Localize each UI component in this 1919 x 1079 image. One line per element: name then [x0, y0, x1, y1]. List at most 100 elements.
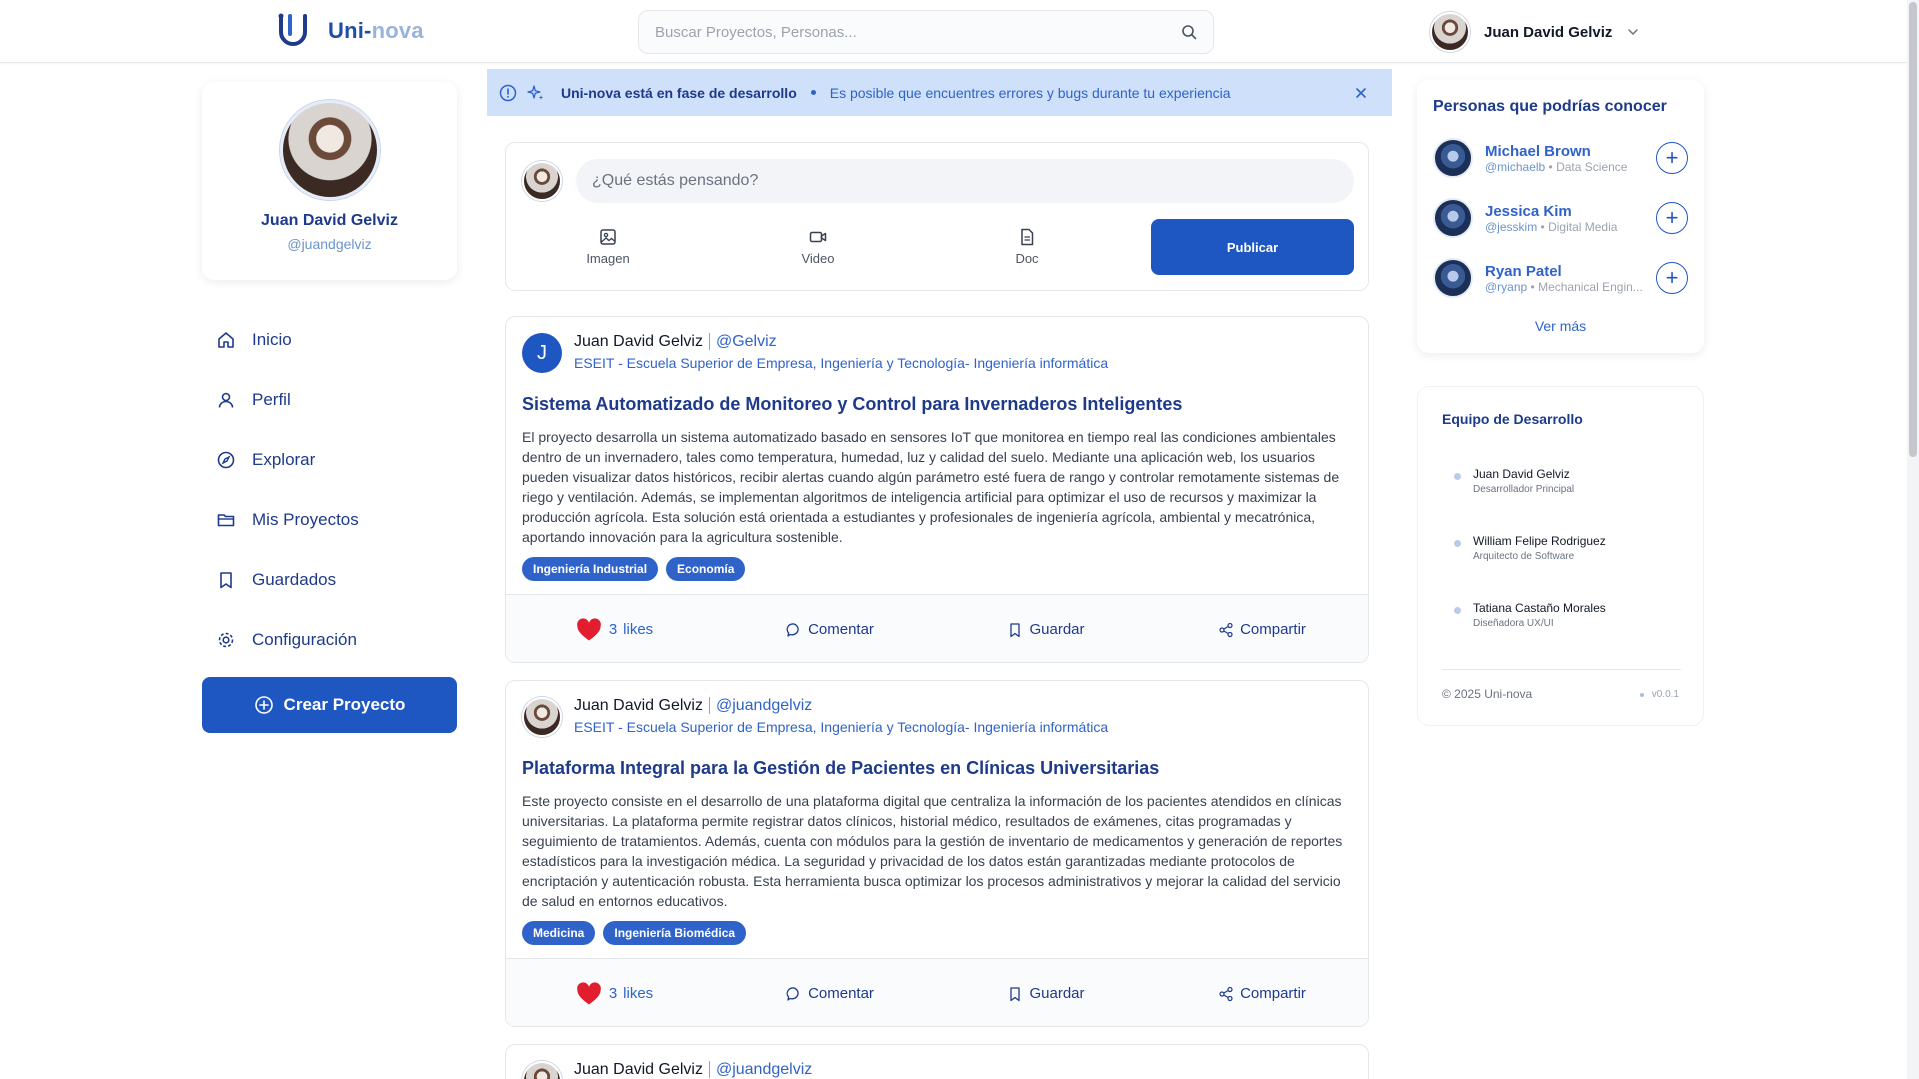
add-video-button[interactable]: Video [758, 227, 878, 266]
sidebar-item-guardados[interactable]: Guardados [202, 550, 457, 610]
document-icon [1021, 228, 1034, 246]
member-bullet [1454, 607, 1461, 614]
post-tag[interactable]: Ingeniería Biomédica [603, 921, 747, 945]
post-header: J Juan David Gelviz @Gelviz ESEIT - Escue… [522, 333, 1108, 373]
banner-separator [810, 90, 816, 95]
save-button[interactable]: Guardar [938, 621, 1154, 638]
share-label: Compartir [1240, 985, 1306, 1002]
team-divider [1442, 669, 1681, 670]
post-author-handle[interactable]: @Gelviz [708, 333, 777, 350]
post-header: Juan David Gelviz @juandgelviz [522, 1061, 813, 1079]
share-icon [1219, 986, 1233, 1001]
add-image-button[interactable]: Imagen [548, 227, 668, 266]
sidebar-item-label: Guardados [252, 570, 337, 589]
people-suggestions-card: Personas que podrías conocer Michael Bro… [1417, 80, 1704, 353]
user-avatar [1430, 12, 1470, 52]
person-meta: @jesskim • Digital Media [1485, 219, 1618, 234]
doc-label: Doc [1015, 251, 1039, 266]
person-name[interactable]: Michael Brown [1485, 143, 1644, 160]
page-scrollbar[interactable] [1907, 0, 1919, 1079]
gear-icon [218, 632, 234, 648]
like-label: likes [623, 621, 654, 638]
create-project-button[interactable]: Crear Proyecto [202, 677, 457, 733]
person-name[interactable]: Jessica Kim [1485, 203, 1644, 220]
sidebar-item-configuracion[interactable]: Configuración [202, 610, 457, 670]
top-header: Uni-nova Buscar Proyectos, Personas... J… [0, 0, 1919, 63]
post-body: Este proyecto consiste en el desarrollo … [522, 793, 1343, 909]
brand-logo[interactable]: Uni-nova [276, 12, 424, 50]
post-tag[interactable]: Economía [666, 557, 746, 581]
suggested-person[interactable]: Jessica Kim @jesskim • Digital Media + [1433, 196, 1688, 240]
publish-button[interactable]: Publicar [1151, 219, 1354, 275]
sidebar-item-explorar[interactable]: Explorar [202, 430, 457, 490]
post-title[interactable]: Sistema Automatizado de Monitoreo y Cont… [522, 394, 1182, 415]
bookmark-icon [220, 572, 232, 589]
post-title[interactable]: Plataforma Integral para la Gestión de P… [522, 758, 1159, 779]
sidebar-item-mis-proyectos[interactable]: Mis Proyectos [202, 490, 457, 550]
person-meta: @michaelb • Data Science [1485, 159, 1628, 174]
follow-button[interactable]: + [1656, 262, 1688, 294]
close-icon[interactable] [1354, 86, 1368, 100]
share-icon [1219, 622, 1233, 637]
comment-button[interactable]: Comentar [722, 985, 938, 1002]
like-button[interactable]: 3 likes [506, 616, 722, 644]
search-icon[interactable] [1181, 24, 1197, 40]
suggested-person[interactable]: Michael Brown @michaelb • Data Science + [1433, 136, 1688, 180]
info-icon [499, 84, 517, 101]
sidebar-item-perfil[interactable]: Perfil [202, 370, 457, 430]
post-header: Juan David Gelviz @juandgelviz ESEIT - Es… [522, 697, 1108, 737]
composer-avatar [522, 161, 562, 201]
profile-card[interactable]: Juan David Gelviz @juandgelviz [202, 82, 457, 280]
image-icon [600, 229, 616, 245]
post-tag[interactable]: Medicina [522, 921, 596, 945]
post-card: J Juan David Gelviz @Gelviz ESEIT - Escue… [505, 316, 1369, 663]
follow-button[interactable]: + [1656, 142, 1688, 174]
post-author-name[interactable]: Juan David Gelviz [574, 697, 703, 714]
post-tags: Medicina Ingeniería Biomédica [522, 921, 747, 945]
chevron-down-icon[interactable] [1626, 25, 1640, 39]
uninova-logo-icon [278, 13, 307, 46]
share-button[interactable]: Compartir [1154, 621, 1368, 638]
post-author-line: Juan David Gelviz @juandgelviz [574, 1061, 813, 1079]
post-author-handle[interactable]: @juandgelviz [708, 697, 813, 714]
comment-label: Comentar [808, 985, 874, 1002]
scrollbar-thumb[interactable] [1909, 2, 1917, 457]
composer-placeholder: ¿Qué estás pensando? [592, 172, 759, 189]
post-actions: 3 likes Comentar Guardar Compartir [506, 594, 1368, 662]
like-button[interactable]: 3 likes [506, 980, 722, 1008]
composer-input[interactable]: ¿Qué estás pensando? [576, 159, 1354, 203]
post-tags: Ingeniería Industrial Economía [522, 557, 746, 581]
post-author-avatar[interactable]: J [522, 333, 562, 373]
post-author-name[interactable]: Juan David Gelviz [574, 333, 703, 350]
user-menu[interactable]: Juan David Gelviz [1430, 12, 1640, 52]
video-icon [809, 231, 827, 243]
brand-name: Uni-nova [328, 18, 424, 43]
add-doc-button[interactable]: Doc [967, 227, 1087, 266]
person-avatar [1433, 258, 1473, 298]
sidebar-item-inicio[interactable]: Inicio [202, 310, 457, 370]
suggested-person[interactable]: Ryan Patel @ryanp • Mechanical Engin... … [1433, 256, 1688, 300]
sparkles-icon [527, 84, 544, 100]
member-bullet [1454, 473, 1461, 480]
folder-icon [217, 514, 235, 527]
post-author-avatar[interactable] [522, 1061, 562, 1079]
comment-button[interactable]: Comentar [722, 621, 938, 638]
post-institution: ESEIT - Escuela Superior de Empresa, Ing… [574, 719, 1109, 735]
person-name[interactable]: Ryan Patel [1485, 263, 1644, 280]
sidebar-item-label: Explorar [252, 450, 316, 469]
video-label: Video [801, 251, 835, 266]
member-role: Arquitecto de Software [1473, 551, 1575, 562]
see-more-link[interactable]: Ver más [1417, 318, 1704, 334]
share-button[interactable]: Compartir [1154, 985, 1368, 1002]
comment-icon [786, 622, 799, 637]
post-tag[interactable]: Ingeniería Industrial [522, 557, 659, 581]
post-author-avatar[interactable] [522, 697, 562, 737]
search-input[interactable]: Buscar Proyectos, Personas... [638, 10, 1214, 54]
follow-button[interactable]: + [1656, 202, 1688, 234]
save-button[interactable]: Guardar [938, 985, 1154, 1002]
post-author-name[interactable]: Juan David Gelviz [574, 1061, 703, 1078]
sidebar-item-label: Configuración [252, 630, 357, 649]
profile-avatar [279, 100, 380, 200]
post-author-handle[interactable]: @juandgelviz [708, 1061, 813, 1078]
heart-icon [576, 981, 601, 1004]
